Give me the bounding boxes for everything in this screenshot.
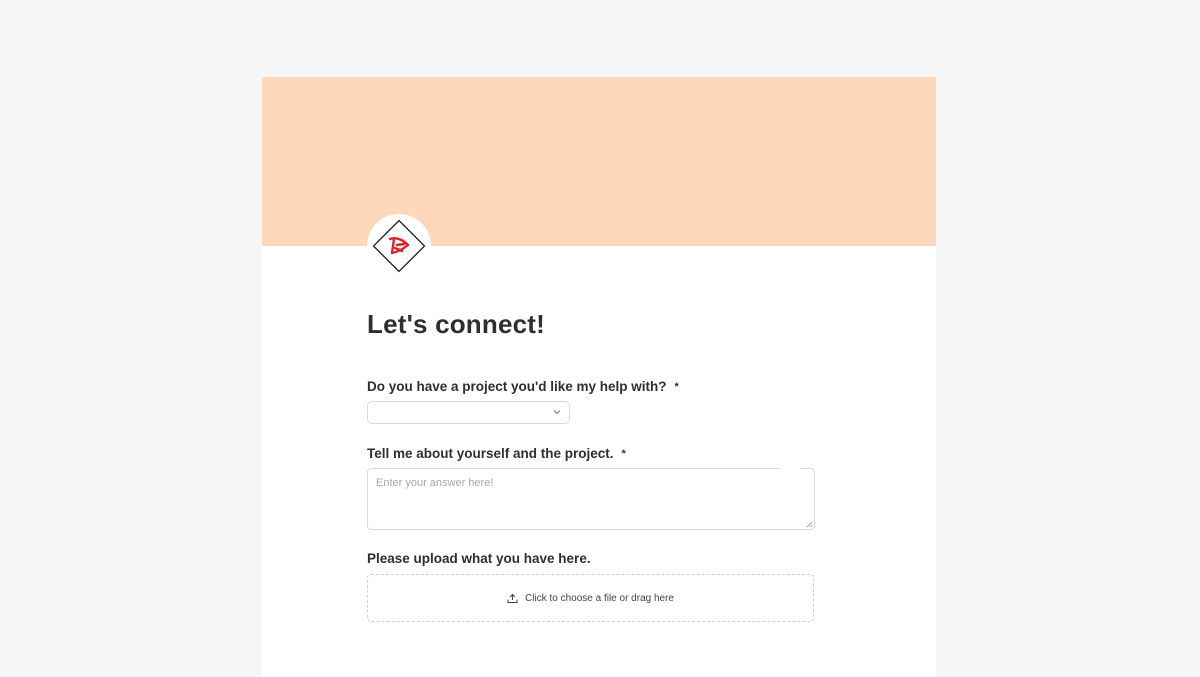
question-project-text: Do you have a project you'd like my help… (367, 379, 667, 394)
question-about-label: Tell me about yourself and the project. … (367, 446, 626, 461)
required-marker: * (674, 380, 679, 393)
question-upload-text: Please upload what you have here. (367, 551, 591, 566)
chevron-down-icon (553, 410, 561, 415)
question-about-text: Tell me about yourself and the project. (367, 446, 614, 461)
required-marker: * (621, 447, 626, 460)
about-textarea[interactable]: Enter your answer here! (367, 468, 815, 530)
page-title: Let's connect! (367, 309, 546, 339)
cover-banner (262, 77, 936, 246)
form-card: Let's connect! Do you have a project you… (262, 77, 936, 677)
project-select[interactable] (367, 401, 570, 424)
upload-instruction: Click to choose a file or drag here (525, 592, 674, 604)
upload-icon (507, 593, 518, 603)
textarea-top-edge (780, 468, 800, 469)
logo-mark (388, 237, 410, 255)
logo (367, 214, 431, 278)
file-upload-dropzone[interactable]: Click to choose a file or drag here (367, 574, 814, 622)
diamond-logo-icon (372, 219, 426, 273)
resize-handle-icon[interactable] (805, 520, 813, 528)
question-project-label: Do you have a project you'd like my help… (367, 379, 679, 394)
question-upload-label: Please upload what you have here. (367, 551, 591, 566)
about-textarea-placeholder: Enter your answer here! (376, 477, 494, 489)
